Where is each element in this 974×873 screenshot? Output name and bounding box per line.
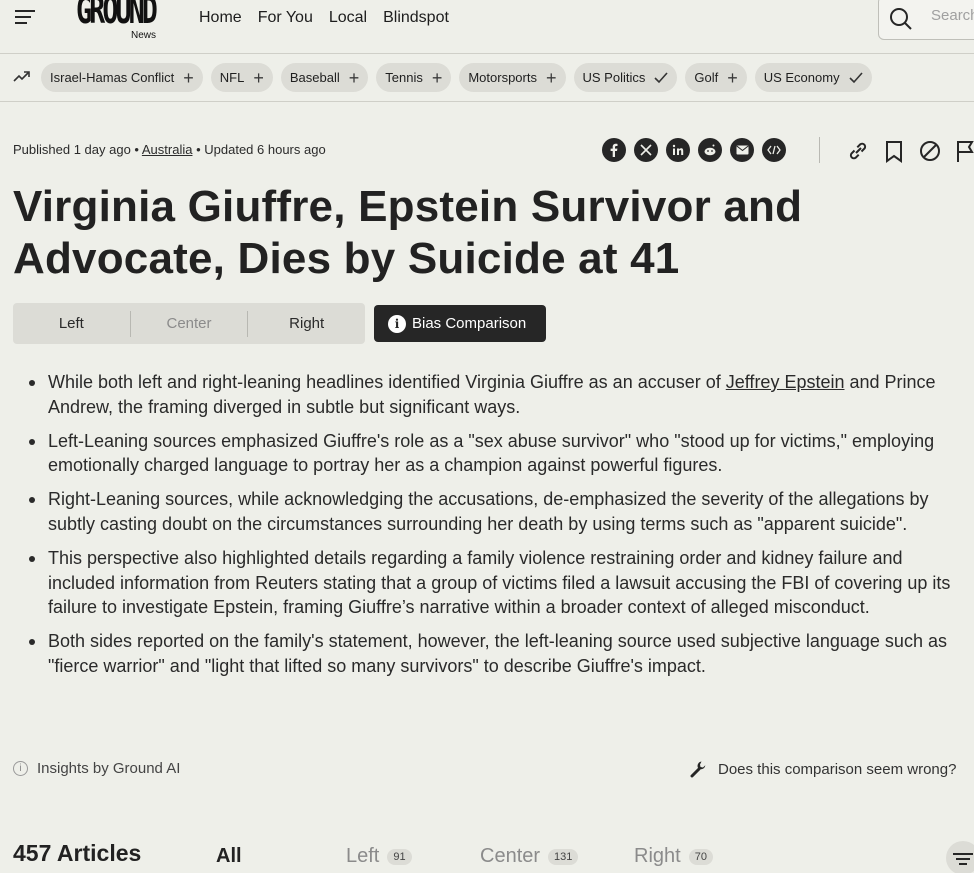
topic-list: Israel-Hamas Conflict + NFL + Baseball + Te… [41, 63, 872, 92]
location-link[interactable]: Australia [142, 142, 193, 157]
nav-for-you[interactable]: For You [258, 9, 313, 27]
site-header: GROUND News Home For You Local Blindspot [0, 0, 974, 54]
nav-blindspot[interactable]: Blindspot [383, 9, 449, 27]
info-icon: i [13, 761, 28, 776]
flag-icon[interactable] [954, 138, 974, 164]
ground-news-logo[interactable]: GROUND News [76, 0, 160, 44]
insights-credit: i Insights by Ground AI [13, 760, 180, 777]
published-text: Published 1 day ago • [13, 142, 139, 157]
logo-wordmark: GROUND [76, 0, 158, 32]
articles-filter-tabs: All Left 91 Center 131 Right 70 [216, 845, 713, 868]
count-badge: 131 [548, 848, 579, 865]
count-badge: 70 [688, 848, 713, 865]
topic-chip[interactable]: Baseball + [280, 63, 369, 92]
insights-label: Insights by Ground AI [37, 760, 181, 777]
email-icon[interactable] [730, 138, 754, 162]
topic-chip[interactable]: US Politics [573, 63, 678, 92]
list-item: While both left and right-leaning headli… [29, 370, 968, 420]
bias-tabs: Left Center Right [13, 303, 365, 344]
topic-chip[interactable]: NFL + [210, 63, 273, 92]
reddit-icon[interactable] [698, 138, 722, 162]
menu-icon[interactable] [15, 10, 37, 26]
plus-icon: + [727, 67, 738, 88]
count-badge: 91 [387, 848, 412, 865]
topic-chip[interactable]: Israel-Hamas Conflict + [41, 63, 203, 92]
embed-icon[interactable] [762, 138, 786, 162]
updated-text: • Updated 6 hours ago [196, 142, 326, 157]
tab-center[interactable]: Center [131, 315, 248, 332]
filter-icon[interactable] [946, 841, 974, 873]
tab-center-articles[interactable]: Center 131 [480, 845, 634, 868]
search-icon [890, 8, 912, 30]
topic-chip[interactable]: Motorsports + [459, 63, 566, 92]
list-item: Both sides reported on the family's stat… [29, 629, 968, 679]
nav-home[interactable]: Home [199, 9, 242, 27]
articles-count: 457 Articles [13, 840, 142, 866]
topic-bar: Israel-Hamas Conflict + NFL + Baseball + Te… [0, 54, 974, 102]
article-tools [846, 138, 974, 164]
check-icon [849, 71, 863, 83]
tab-left-articles[interactable]: Left 91 [346, 845, 480, 868]
list-item: Right-Leaning sources, while acknowledgi… [29, 487, 968, 537]
list-item: Left-Leaning sources emphasized Giuffre'… [29, 429, 968, 479]
topic-chip[interactable]: Golf + [685, 63, 747, 92]
bias-comparison-label: Bias Comparison [412, 315, 527, 332]
toolbar-divider [819, 137, 820, 163]
plus-icon: + [545, 67, 557, 88]
share-bar [602, 138, 786, 162]
plus-icon: + [431, 67, 443, 88]
x-icon[interactable] [634, 138, 658, 162]
trending-icon [13, 71, 30, 82]
search-input[interactable] [931, 7, 974, 24]
main-nav: Home For You Local Blindspot [199, 9, 449, 27]
report-comparison-link[interactable]: Does this comparison seem wrong? [690, 760, 956, 778]
topic-chip[interactable]: Tennis + [376, 63, 452, 92]
tab-all[interactable]: All [216, 845, 346, 868]
info-icon: i [388, 314, 406, 333]
block-icon[interactable] [918, 138, 942, 164]
list-item: This perspective also highlighted detail… [29, 546, 968, 620]
plus-icon: + [348, 67, 360, 88]
topic-chip[interactable]: US Economy [754, 63, 872, 92]
bias-summary-list: While both left and right-leaning headli… [29, 370, 968, 688]
plus-icon: + [253, 67, 264, 88]
logo-subtitle: News [130, 30, 156, 41]
jeffrey-epstein-link[interactable]: Jeffrey Epstein [726, 372, 845, 392]
tab-left[interactable]: Left [13, 315, 130, 332]
tab-right[interactable]: Right [248, 315, 365, 332]
bookmark-icon[interactable] [882, 138, 906, 164]
nav-local[interactable]: Local [329, 9, 367, 27]
wrench-icon [690, 761, 706, 778]
article-meta: Published 1 day ago • Australia • Update… [13, 142, 326, 157]
search-box[interactable] [878, 0, 974, 40]
link-icon[interactable] [846, 138, 870, 164]
check-icon [654, 71, 668, 83]
facebook-icon[interactable] [602, 138, 626, 162]
tab-right-articles[interactable]: Right 70 [634, 845, 713, 868]
plus-icon: + [183, 67, 194, 88]
feedback-label: Does this comparison seem wrong? [718, 760, 957, 778]
linkedin-icon[interactable] [666, 138, 690, 162]
bias-comparison-button[interactable]: i Bias Comparison [374, 305, 546, 342]
article-title: Virginia Giuffre, Epstein Survivor and A… [13, 182, 803, 283]
